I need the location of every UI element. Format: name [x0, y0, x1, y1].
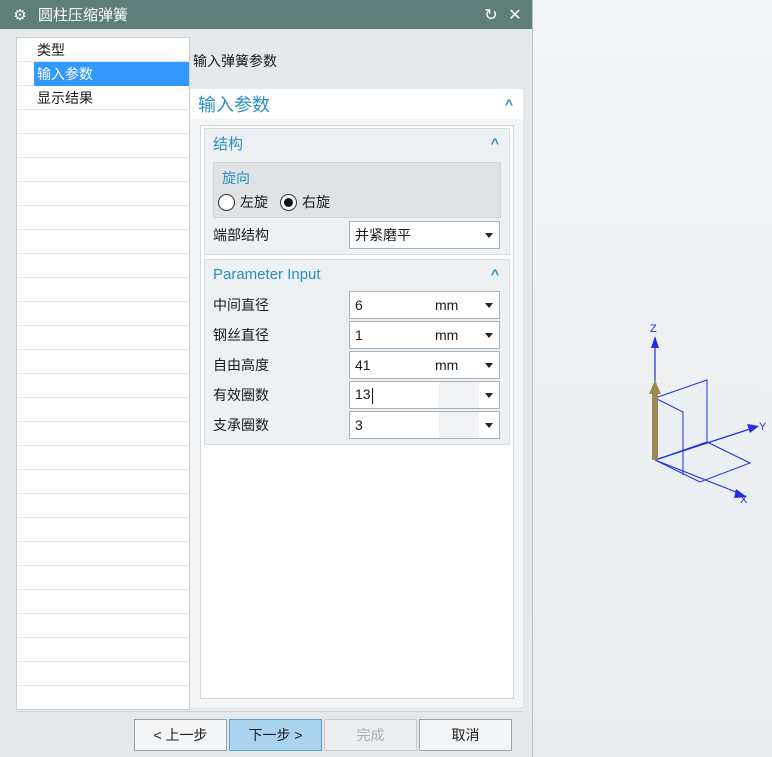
coordinate-triad: Z Y X	[649, 323, 767, 506]
param-row: 中间直径 6 mm	[213, 291, 503, 319]
radio-right-hand[interactable]: 右旋	[280, 192, 330, 212]
breadcrumb: 输入弹簧参数	[193, 53, 277, 69]
title-bar: ⚙ 圆柱压缩弹簧 ↻ ✕	[0, 0, 532, 29]
param-value: 41	[355, 357, 371, 373]
parameter-group: Parameter Input ^ 中间直径 6 mm 钢丝直径 1 mm 自由…	[204, 259, 510, 445]
dialog-title: 圆柱压缩弹簧	[38, 7, 129, 24]
param-value: 3	[355, 417, 363, 433]
end-structure-row: 端部结构 并紧磨平	[213, 221, 503, 249]
parameter-title: Parameter Input	[213, 265, 321, 283]
unit-blank	[439, 412, 479, 438]
collapse-icon[interactable]: ^	[501, 96, 517, 112]
param-value: 13	[355, 386, 373, 404]
panel-header[interactable]: 输入参数 ^	[190, 89, 523, 119]
param-row: 钢丝直径 1 mm	[213, 321, 503, 349]
param-label: 有效圈数	[213, 387, 269, 403]
rotation-group: 旋向 左旋 右旋	[213, 162, 501, 218]
end-structure-value: 并紧磨平	[355, 227, 411, 243]
cancel-button[interactable]: 取消	[419, 719, 512, 751]
radio-right-icon[interactable]	[280, 193, 297, 211]
step-list: 类型 输入参数 显示结果	[16, 37, 190, 710]
param-label: 钢丝直径	[213, 327, 269, 343]
input-panel: 输入参数 ^ 结构 ^ 旋向 左旋 右旋 端部结构 并紧磨平 Parameter…	[190, 89, 523, 707]
panel-body: 结构 ^ 旋向 左旋 右旋 端部结构 并紧磨平 Parameter Input …	[200, 125, 514, 699]
chevron-down-icon[interactable]	[479, 422, 499, 428]
radio-right-label: 右旋	[302, 194, 330, 210]
finish-button[interactable]: 完成	[324, 719, 417, 751]
param-value: 6	[355, 297, 363, 313]
param-value: 1	[355, 327, 363, 343]
step-item-input-params[interactable]: 输入参数	[34, 62, 189, 86]
spring-dialog: ⚙ 圆柱压缩弹簧 ↻ ✕ 类型 输入参数 显示结果 输入弹簧参数 输入参数 ^ …	[0, 0, 533, 757]
z-axis-label: Z	[650, 323, 657, 335]
chevron-down-icon[interactable]	[479, 392, 499, 398]
chevron-down-icon[interactable]	[479, 362, 499, 368]
collapse-icon[interactable]: ^	[487, 266, 503, 282]
panel-title: 输入参数	[198, 95, 270, 115]
step-item-show-result[interactable]: 显示结果	[17, 86, 189, 110]
back-button[interactable]: < 上一步	[134, 719, 227, 751]
param-unit: mm	[435, 327, 459, 343]
parameter-header[interactable]: Parameter Input ^	[205, 260, 509, 288]
free-height-input[interactable]: 41 mm	[349, 351, 500, 379]
graphics-viewport[interactable]: Z Y X	[533, 0, 772, 757]
radio-left-hand[interactable]: 左旋	[218, 192, 268, 212]
rotation-title: 旋向	[222, 170, 250, 186]
structure-title: 结构	[213, 135, 244, 153]
end-structure-select[interactable]: 并紧磨平	[349, 221, 500, 249]
end-coils-input[interactable]: 3	[349, 411, 500, 439]
unit-blank	[439, 382, 479, 408]
structure-header[interactable]: 结构 ^	[205, 129, 509, 157]
param-label: 支承圈数	[213, 417, 269, 433]
structure-group: 结构 ^ 旋向 左旋 右旋 端部结构 并紧磨平	[204, 128, 510, 255]
radio-left-label: 左旋	[240, 194, 268, 210]
param-row: 有效圈数 13	[213, 381, 503, 409]
param-label: 中间直径	[213, 297, 269, 313]
chevron-down-icon[interactable]	[479, 232, 499, 238]
param-unit: mm	[435, 297, 459, 313]
active-coils-input[interactable]: 13	[349, 381, 500, 409]
button-bar: < 上一步 下一步 > 完成 取消	[16, 711, 523, 757]
param-label: 自由高度	[213, 357, 269, 373]
reset-icon[interactable]: ↻	[482, 6, 500, 24]
param-row: 自由高度 41 mm	[213, 351, 503, 379]
chevron-down-icon[interactable]	[479, 332, 499, 338]
param-row: 支承圈数 3	[213, 411, 503, 439]
x-axis-label: X	[740, 494, 748, 506]
wire-diameter-input[interactable]: 1 mm	[349, 321, 500, 349]
param-unit: mm	[435, 357, 459, 373]
mean-diameter-input[interactable]: 6 mm	[349, 291, 500, 319]
close-icon[interactable]: ✕	[506, 6, 524, 24]
y-axis-label: Y	[759, 421, 767, 433]
step-item-type[interactable]: 类型	[17, 38, 189, 62]
chevron-down-icon[interactable]	[479, 302, 499, 308]
collapse-icon[interactable]: ^	[487, 135, 503, 151]
next-button[interactable]: 下一步 >	[229, 719, 322, 751]
text-cursor	[371, 387, 373, 404]
end-structure-label: 端部结构	[213, 227, 269, 243]
gear-icon: ⚙	[13, 6, 27, 24]
radio-left-icon[interactable]	[218, 193, 235, 211]
